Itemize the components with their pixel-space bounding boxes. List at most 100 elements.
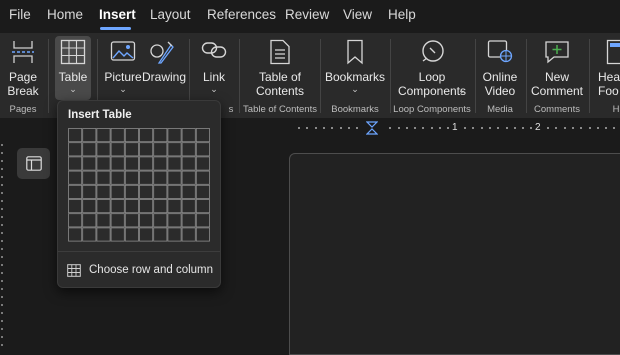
grid-cell[interactable]	[153, 227, 168, 242]
grid-cell[interactable]	[82, 170, 97, 185]
menu-review[interactable]: Review	[285, 7, 329, 22]
insert-table-grid[interactable]	[68, 128, 210, 242]
grid-cell[interactable]	[139, 170, 154, 185]
grid-cell[interactable]	[167, 142, 182, 157]
grid-cell[interactable]	[68, 199, 83, 214]
grid-cell[interactable]	[153, 184, 168, 199]
grid-cell[interactable]	[68, 213, 83, 228]
navigation-pane-button[interactable]	[17, 148, 50, 179]
grid-cell[interactable]	[110, 128, 125, 143]
grid-cell[interactable]	[82, 142, 97, 157]
grid-cell[interactable]	[96, 142, 111, 157]
table-button[interactable]: Table ⌄	[55, 33, 91, 105]
grid-cell[interactable]	[110, 170, 125, 185]
grid-cell[interactable]	[167, 227, 182, 242]
grid-cell[interactable]	[153, 213, 168, 228]
grid-cell[interactable]	[124, 213, 139, 228]
grid-cell[interactable]	[124, 156, 139, 171]
grid-cell[interactable]	[124, 199, 139, 214]
grid-cell[interactable]	[195, 156, 210, 171]
online-video-button[interactable]: Online Video	[480, 33, 520, 105]
grid-cell[interactable]	[139, 213, 154, 228]
grid-cell[interactable]	[181, 184, 196, 199]
picture-button[interactable]: Picture ⌄	[104, 33, 142, 105]
grid-cell[interactable]	[181, 156, 196, 171]
table-of-contents-button[interactable]: Table of Contents	[246, 33, 314, 105]
grid-cell[interactable]	[139, 156, 154, 171]
grid-cell[interactable]	[68, 128, 83, 143]
grid-cell[interactable]	[153, 156, 168, 171]
grid-cell[interactable]	[195, 213, 210, 228]
grid-cell[interactable]	[181, 213, 196, 228]
grid-cell[interactable]	[82, 184, 97, 199]
link-button[interactable]: Link ⌄	[195, 33, 233, 105]
grid-cell[interactable]	[181, 128, 196, 143]
grid-cell[interactable]	[68, 156, 83, 171]
grid-cell[interactable]	[124, 227, 139, 242]
grid-cell[interactable]	[82, 156, 97, 171]
grid-cell[interactable]	[153, 128, 168, 143]
grid-cell[interactable]	[195, 227, 210, 242]
grid-cell[interactable]	[181, 227, 196, 242]
grid-cell[interactable]	[139, 184, 154, 199]
grid-cell[interactable]	[167, 170, 182, 185]
grid-cell[interactable]	[124, 184, 139, 199]
grid-cell[interactable]	[96, 156, 111, 171]
grid-cell[interactable]	[68, 142, 83, 157]
grid-cell[interactable]	[68, 184, 83, 199]
grid-cell[interactable]	[96, 227, 111, 242]
grid-cell[interactable]	[110, 184, 125, 199]
drawing-button[interactable]: Drawing	[142, 33, 186, 105]
grid-cell[interactable]	[195, 170, 210, 185]
grid-cell[interactable]	[139, 227, 154, 242]
grid-cell[interactable]	[167, 213, 182, 228]
grid-cell[interactable]	[82, 128, 97, 143]
document-page[interactable]	[289, 153, 620, 355]
grid-cell[interactable]	[153, 170, 168, 185]
menu-insert[interactable]: Insert	[99, 7, 136, 22]
new-comment-button[interactable]: New Comment	[530, 33, 584, 105]
grid-cell[interactable]	[167, 156, 182, 171]
grid-cell[interactable]	[181, 142, 196, 157]
grid-cell[interactable]	[124, 128, 139, 143]
grid-cell[interactable]	[195, 184, 210, 199]
grid-cell[interactable]	[110, 142, 125, 157]
menu-home[interactable]: Home	[47, 7, 83, 22]
grid-cell[interactable]	[153, 199, 168, 214]
grid-cell[interactable]	[124, 170, 139, 185]
grid-cell[interactable]	[167, 199, 182, 214]
grid-cell[interactable]	[167, 184, 182, 199]
grid-cell[interactable]	[110, 213, 125, 228]
menu-references[interactable]: References	[207, 7, 276, 22]
menu-view[interactable]: View	[343, 7, 372, 22]
grid-cell[interactable]	[110, 227, 125, 242]
grid-cell[interactable]	[139, 199, 154, 214]
bookmarks-button[interactable]: Bookmarks ⌄	[325, 33, 385, 105]
grid-cell[interactable]	[68, 170, 83, 185]
menu-help[interactable]: Help	[388, 7, 416, 22]
vertical-ruler[interactable]	[0, 140, 6, 348]
grid-cell[interactable]	[181, 199, 196, 214]
grid-cell[interactable]	[195, 128, 210, 143]
menu-file[interactable]: File	[9, 7, 31, 22]
grid-cell[interactable]	[82, 199, 97, 214]
grid-cell[interactable]	[96, 213, 111, 228]
grid-cell[interactable]	[181, 170, 196, 185]
grid-cell[interactable]	[139, 128, 154, 143]
grid-cell[interactable]	[68, 227, 83, 242]
grid-cell[interactable]	[96, 170, 111, 185]
grid-cell[interactable]	[195, 199, 210, 214]
menu-layout[interactable]: Layout	[150, 7, 191, 22]
grid-cell[interactable]	[124, 142, 139, 157]
grid-cell[interactable]	[110, 156, 125, 171]
header-footer-button[interactable]: Head Foo	[594, 33, 620, 105]
grid-cell[interactable]	[82, 227, 97, 242]
indent-marker-icon[interactable]	[366, 121, 378, 135]
grid-cell[interactable]	[167, 128, 182, 143]
grid-cell[interactable]	[96, 128, 111, 143]
grid-cell[interactable]	[110, 199, 125, 214]
grid-cell[interactable]	[139, 142, 154, 157]
page-break-button[interactable]: Page Break	[4, 33, 42, 105]
grid-cell[interactable]	[153, 142, 168, 157]
horizontal-ruler[interactable]: 1 2	[290, 121, 620, 135]
